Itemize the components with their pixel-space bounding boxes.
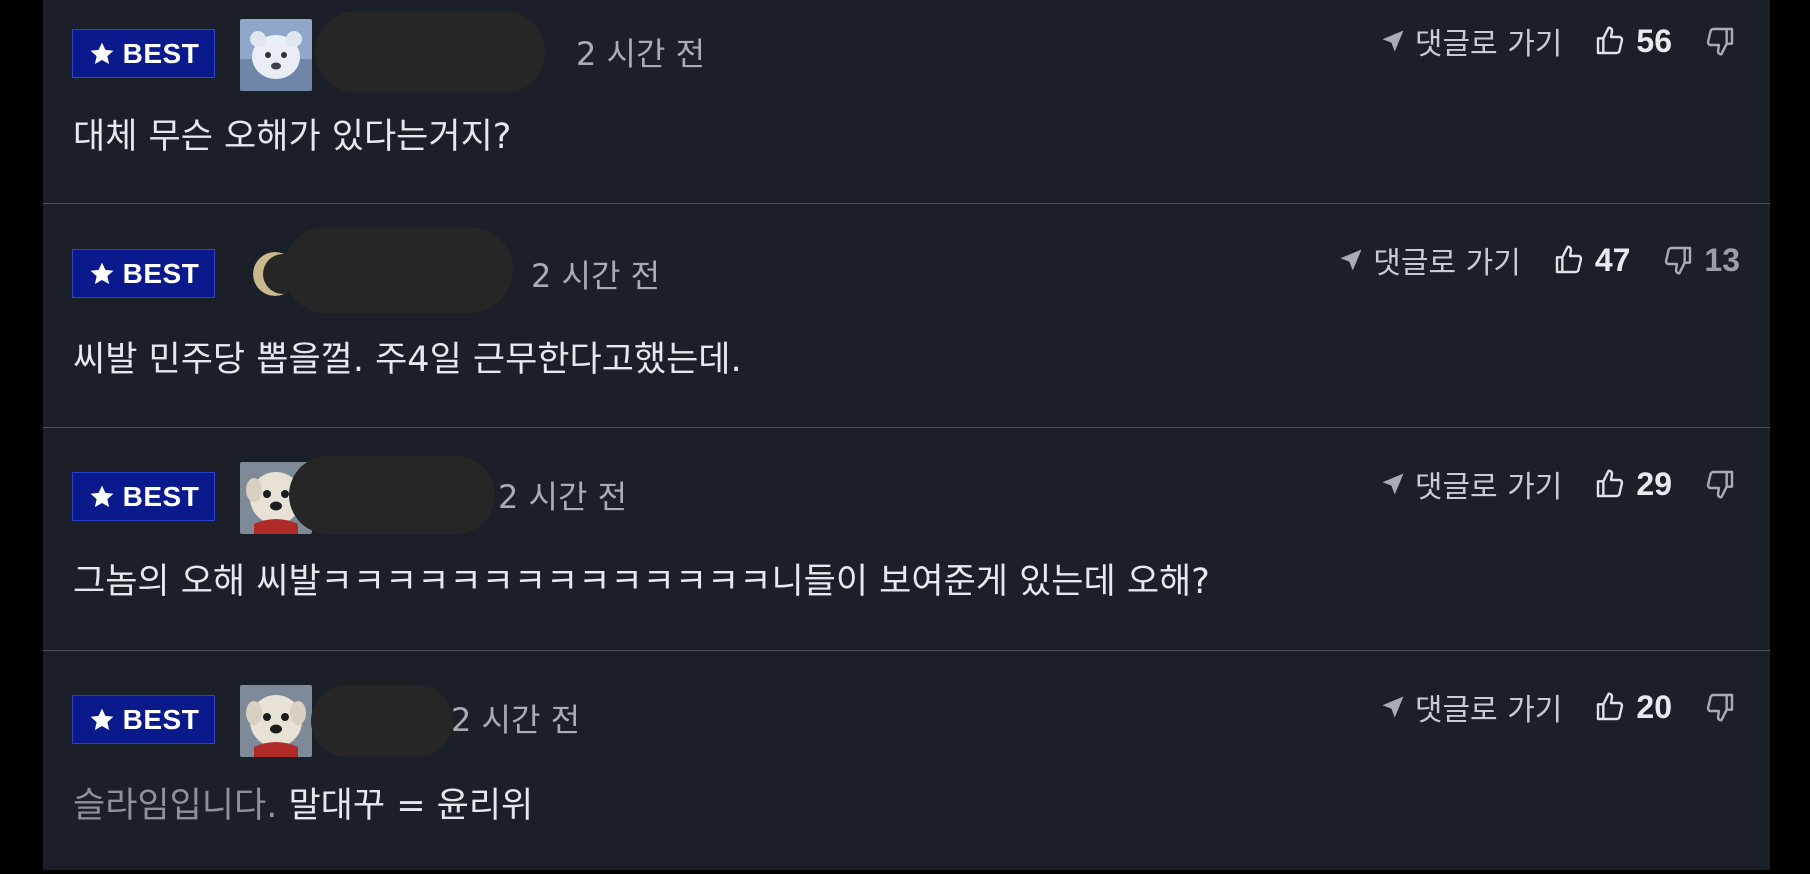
like-count: 47 bbox=[1594, 241, 1631, 278]
comment-item: BEST 2 시간 전 댓글로 가기 29 그놈의 오해 씨발ㅋㅋㅋㅋㅋㅋㅋㅋㅋ… bbox=[43, 428, 1770, 651]
dislike-button[interactable] bbox=[1704, 25, 1736, 57]
best-badge: BEST bbox=[72, 249, 215, 298]
like-count: 56 bbox=[1636, 22, 1672, 59]
best-badge: BEST bbox=[72, 29, 215, 78]
goto-reply-button[interactable]: 댓글로 가기 bbox=[1379, 462, 1563, 506]
comment-time: 2 시간 전 bbox=[498, 478, 628, 516]
thumbs-up-icon bbox=[1597, 469, 1624, 498]
username-redacted bbox=[311, 685, 453, 757]
best-badge-label: BEST bbox=[122, 480, 200, 512]
comment-list: BEST 2 시간 전 댓글로 가기 56 대체 무슨 오해가 있다는거지? B… bbox=[43, 0, 1770, 870]
dislike-button[interactable] bbox=[1704, 691, 1736, 723]
navigation-arrow-icon bbox=[1382, 696, 1404, 718]
goto-reply-button[interactable]: 댓글로 가기 bbox=[1379, 19, 1563, 63]
thumbs-up-icon bbox=[1555, 245, 1582, 274]
comment-time: 2 시간 전 bbox=[576, 35, 706, 73]
navigation-arrow-icon bbox=[1382, 473, 1404, 495]
best-badge: BEST bbox=[72, 695, 215, 744]
goto-reply-label: 댓글로 가기 bbox=[1414, 693, 1563, 728]
goto-reply-button[interactable]: 댓글로 가기 bbox=[1379, 685, 1563, 729]
divider bbox=[43, 203, 1770, 204]
comment-text: 대체 무슨 오해가 있다는거지? bbox=[73, 108, 511, 159]
comment-text: 슬라임입니다. 말대꾸 = 윤리위 bbox=[73, 777, 533, 828]
navigation-arrow-icon bbox=[1340, 249, 1362, 271]
comment-item: BEST 2 시간 전 댓글로 가기 47 13 씨발 민주당 뽑을껄. 주4일… bbox=[43, 205, 1770, 428]
star-icon bbox=[90, 708, 114, 730]
comment-actions: 댓글로 가기 56 bbox=[1379, 19, 1736, 63]
comment-body-dim: 슬라임입니다. bbox=[73, 786, 278, 826]
like-button[interactable]: 29 bbox=[1594, 466, 1672, 503]
best-badge: BEST bbox=[72, 472, 215, 521]
username-redacted bbox=[315, 11, 545, 93]
comment-item: BEST 2 시간 전 댓글로 가기 56 대체 무슨 오해가 있다는거지? bbox=[43, 0, 1770, 204]
star-icon bbox=[90, 42, 114, 64]
comment-body: 씨발 민주당 뽑을껄. 주4일 근무한다고했는데. bbox=[73, 340, 742, 380]
best-badge-label: BEST bbox=[122, 703, 200, 735]
comment-text: 그놈의 오해 씨발ㅋㅋㅋㅋㅋㅋㅋㅋㅋㅋㅋㅋㅋㅋ니들이 보여준게 있는데 오해? bbox=[73, 553, 1210, 604]
puppy-avatar-icon bbox=[240, 685, 312, 757]
comment-time: 2 시간 전 bbox=[451, 701, 581, 739]
goto-reply-label: 댓글로 가기 bbox=[1414, 470, 1563, 505]
star-icon bbox=[90, 485, 114, 507]
comment-actions: 댓글로 가기 20 bbox=[1379, 685, 1736, 729]
username-redacted bbox=[289, 456, 495, 534]
dislike-count: 13 bbox=[1704, 241, 1740, 278]
goto-reply-label: 댓글로 가기 bbox=[1373, 246, 1521, 281]
thumbs-down-icon bbox=[1665, 246, 1692, 275]
goto-reply-button[interactable]: 댓글로 가기 bbox=[1337, 238, 1521, 282]
goto-reply-label: 댓글로 가기 bbox=[1414, 27, 1563, 62]
comment-actions: 댓글로 가기 47 13 bbox=[1337, 238, 1740, 282]
thumbs-down-icon bbox=[1706, 27, 1734, 56]
polar-bear-avatar-icon bbox=[240, 19, 312, 91]
comment-body: 그놈의 오해 씨발ㅋㅋㅋㅋㅋㅋㅋㅋㅋㅋㅋㅋㅋㅋ니들이 보여준게 있는데 오해? bbox=[73, 562, 1210, 602]
comment-text: 씨발 민주당 뽑을껄. 주4일 근무한다고했는데. bbox=[73, 331, 742, 382]
navigation-arrow-icon bbox=[1382, 30, 1404, 52]
best-badge-label: BEST bbox=[122, 257, 200, 289]
like-count: 29 bbox=[1636, 465, 1672, 502]
thumbs-up-icon bbox=[1597, 26, 1624, 55]
comment-item: BEST 2 시간 전 댓글로 가기 20 슬라임입니다. 말대꾸 = 윤리위 bbox=[43, 651, 1770, 874]
star-icon bbox=[90, 262, 114, 284]
dislike-button[interactable] bbox=[1704, 468, 1736, 500]
best-badge-label: BEST bbox=[122, 37, 200, 69]
avatar[interactable] bbox=[240, 19, 312, 91]
dislike-button[interactable]: 13 bbox=[1662, 242, 1740, 279]
like-count: 20 bbox=[1636, 688, 1672, 725]
thumbs-down-icon bbox=[1706, 470, 1734, 499]
comment-time: 2 시간 전 bbox=[531, 257, 661, 295]
comment-body: 대체 무슨 오해가 있다는거지? bbox=[73, 117, 512, 157]
avatar[interactable] bbox=[240, 685, 312, 757]
thumbs-up-icon bbox=[1597, 692, 1624, 721]
username-redacted bbox=[283, 227, 513, 313]
comment-actions: 댓글로 가기 29 bbox=[1379, 462, 1736, 506]
thumbs-down-icon bbox=[1706, 693, 1734, 722]
like-button[interactable]: 47 bbox=[1553, 241, 1631, 279]
comment-body: 말대꾸 = 윤리위 bbox=[288, 786, 534, 826]
like-button[interactable]: 20 bbox=[1594, 689, 1672, 726]
like-button[interactable]: 56 bbox=[1594, 23, 1672, 60]
